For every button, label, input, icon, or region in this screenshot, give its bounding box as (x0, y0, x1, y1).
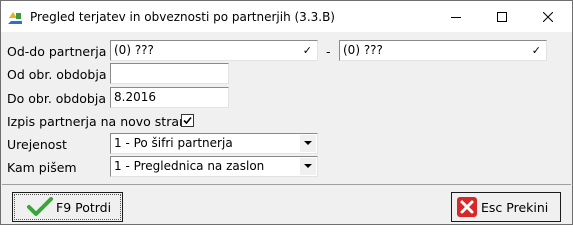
green-checkmark-icon (27, 197, 53, 216)
new-page-label: Izpis partnerja na novo stran (7, 114, 187, 129)
to-period-field[interactable]: 8.2016 (110, 87, 229, 108)
to-period-label: Do obr. obdobja (7, 91, 106, 106)
red-x-icon (457, 197, 477, 217)
to-period-value: 8.2016 (114, 90, 156, 104)
sort-select[interactable]: 1 - Po šifri partnerja (110, 133, 318, 154)
divider (2, 184, 571, 185)
sort-value: 1 - Po šifri partnerja (114, 136, 233, 150)
cancel-button[interactable]: Esc Prekini (451, 192, 561, 222)
maximize-button[interactable] (479, 1, 525, 32)
chevron-down-icon[interactable] (300, 158, 316, 175)
close-button[interactable] (525, 1, 571, 32)
partner-range-label: Od-do partnerja (7, 44, 107, 59)
partner-from-value: (0) ??? (114, 43, 154, 57)
minimize-button[interactable] (433, 1, 479, 32)
range-separator: - (326, 44, 331, 59)
output-select[interactable]: 1 - Preglednica na zaslon (110, 156, 318, 177)
lookup-check-icon[interactable]: ✓ (532, 44, 541, 57)
partner-to-value: (0) ??? (343, 43, 383, 57)
checkmark-icon (183, 116, 192, 125)
lookup-check-icon[interactable]: ✓ (303, 44, 312, 57)
dialog-window: Pregled terjatev in obveznosti po partne… (0, 0, 573, 225)
title-bar[interactable]: Pregled terjatev in obveznosti po partne… (1, 1, 572, 32)
chevron-down-icon[interactable] (300, 135, 316, 152)
maximize-icon (497, 11, 507, 22)
app-icon (7, 9, 23, 25)
sort-label: Urejenost (7, 137, 67, 152)
confirm-button-label: F9 Potrdi (56, 200, 112, 215)
partner-from-field[interactable]: (0) ??? ✓ (110, 40, 318, 61)
minimize-icon (451, 16, 461, 18)
cancel-button-label: Esc Prekini (481, 200, 549, 215)
new-page-checkbox[interactable] (181, 114, 194, 127)
partner-to-field[interactable]: (0) ??? ✓ (339, 40, 547, 61)
from-period-field[interactable] (110, 63, 229, 84)
window-title: Pregled terjatev in obveznosti po partne… (30, 10, 335, 24)
output-value: 1 - Preglednica na zaslon (114, 159, 265, 173)
confirm-button[interactable]: F9 Potrdi (12, 192, 123, 222)
from-period-label: Od obr. obdobja (7, 67, 107, 82)
close-icon (543, 11, 553, 22)
output-label: Kam pišem (7, 160, 77, 175)
